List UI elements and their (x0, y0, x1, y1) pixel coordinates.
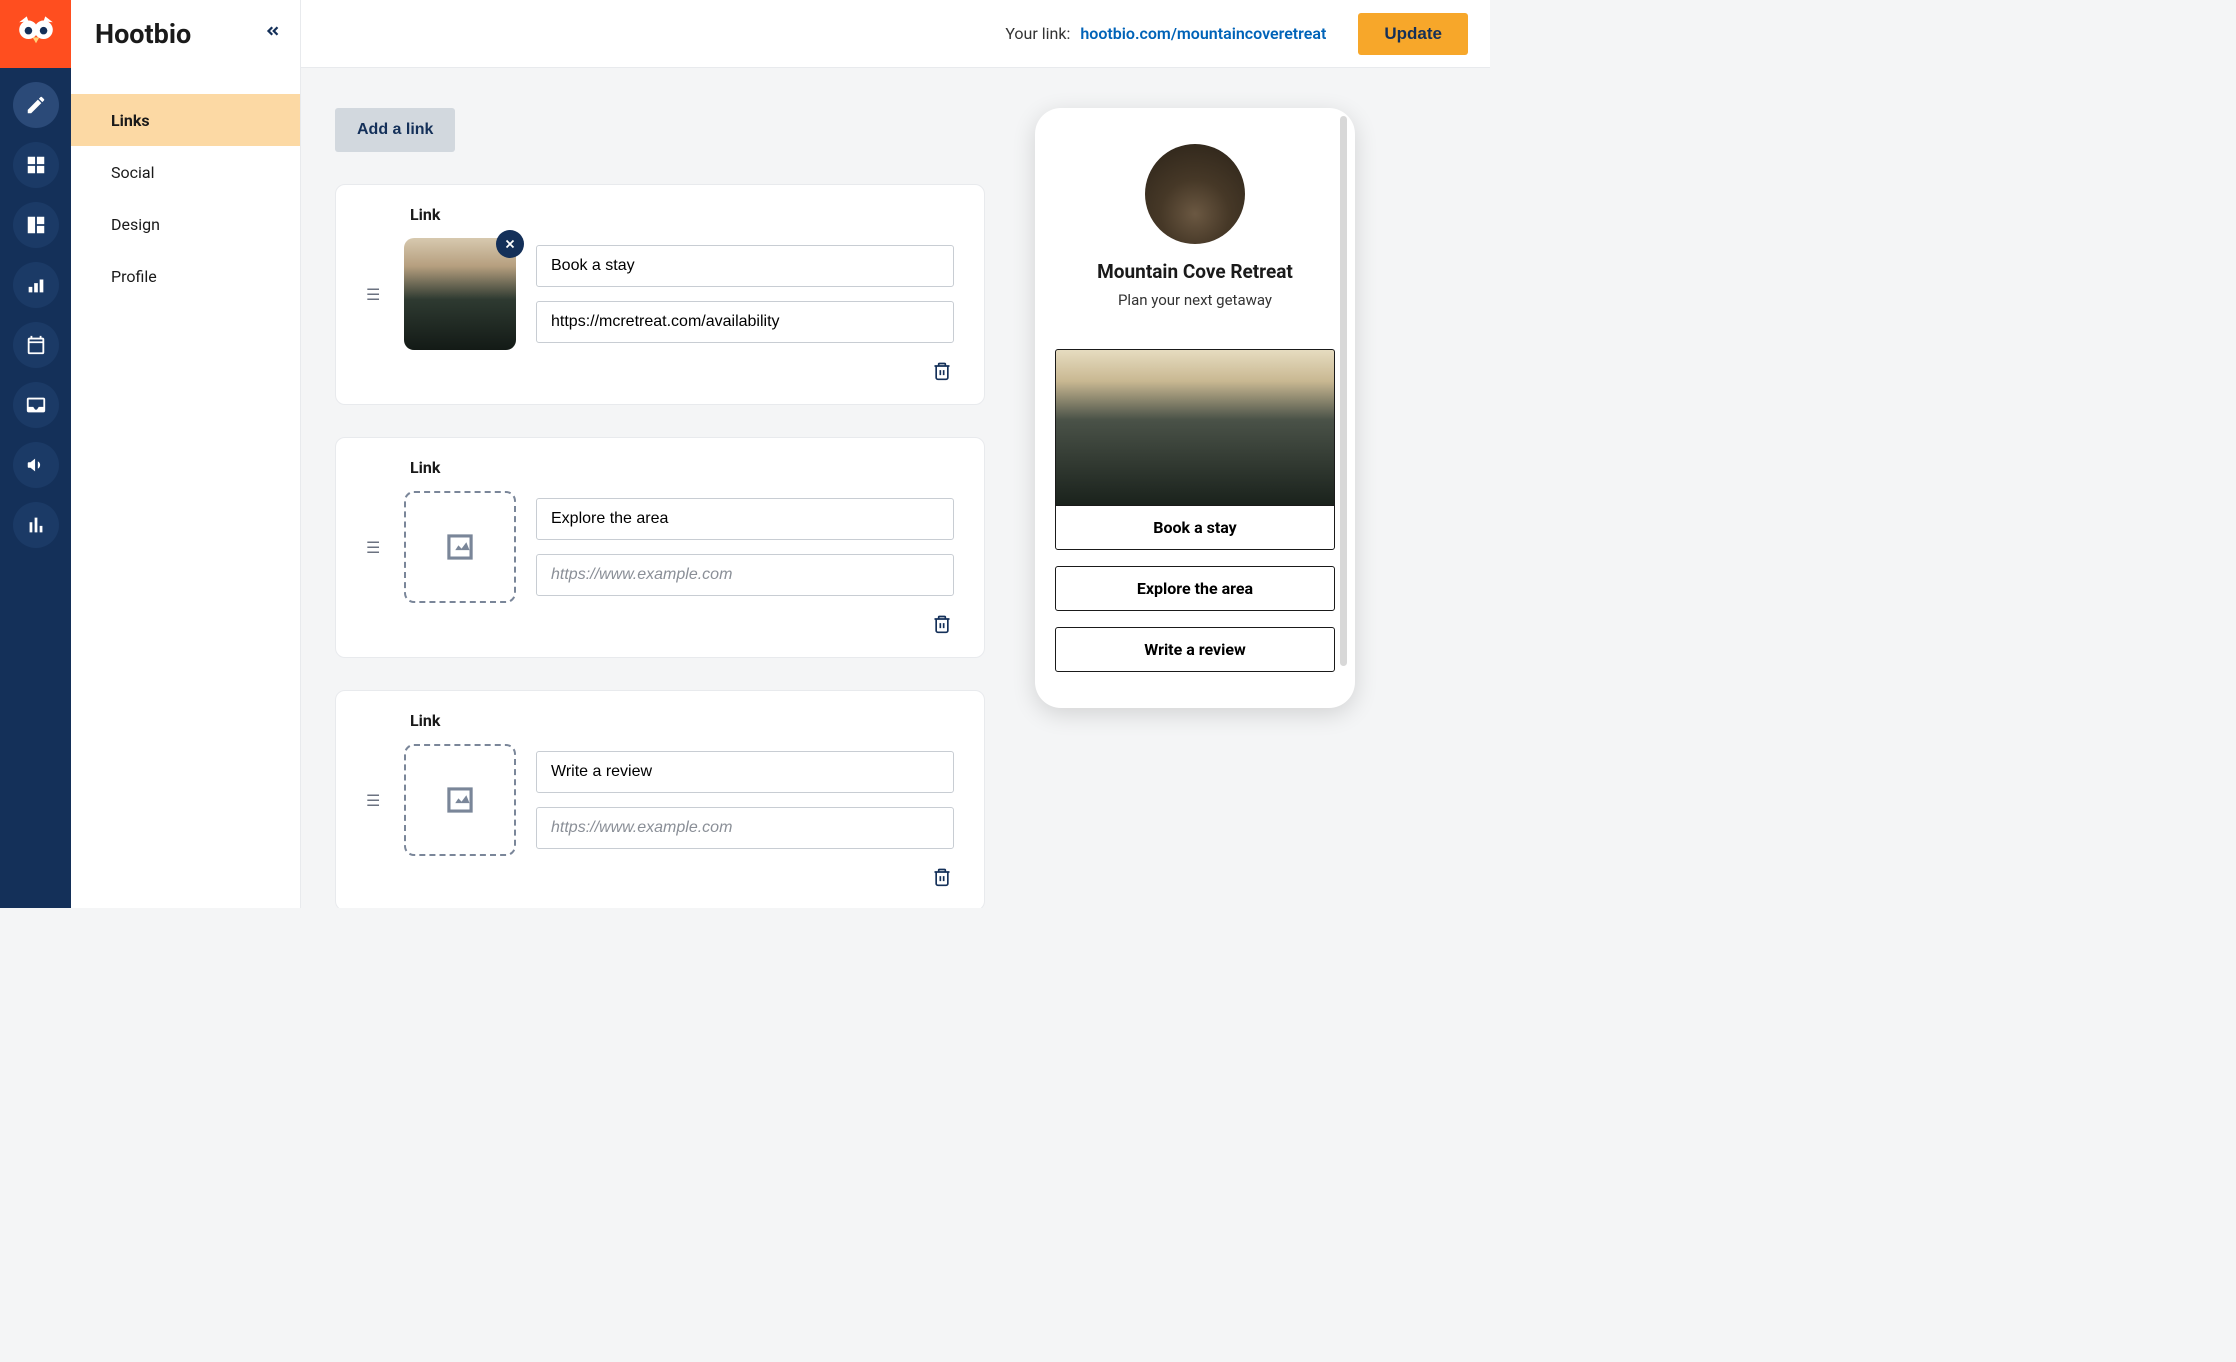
close-icon (503, 237, 517, 251)
image-placeholder-icon (441, 528, 479, 566)
rail-amplify[interactable] (13, 442, 59, 488)
preview-link-button[interactable]: Book a stay (1055, 505, 1335, 550)
sidebar-nav: Links Social Design Profile (71, 68, 300, 302)
preview-avatar (1145, 144, 1245, 244)
link-thumbnail[interactable] (404, 238, 516, 350)
primary-rail (0, 0, 71, 908)
inbox-icon (25, 394, 47, 416)
main-area: Your link: hootbio.com/mountaincoveretre… (301, 0, 1490, 908)
collapse-sidebar-button[interactable] (264, 22, 282, 45)
nav-social[interactable]: Social (71, 146, 300, 198)
nav-links[interactable]: Links (71, 94, 300, 146)
drag-handle-icon[interactable]: ☰ (366, 791, 384, 810)
your-link-url[interactable]: hootbio.com/mountaincoveretreat (1080, 24, 1326, 43)
link-url-input[interactable] (536, 301, 954, 343)
calendar-icon (25, 334, 47, 356)
rail-streams[interactable] (13, 142, 59, 188)
link-title-input[interactable] (536, 751, 954, 793)
trash-icon (932, 613, 952, 635)
nav-design[interactable]: Design (71, 198, 300, 250)
link-card: Link ☰ (335, 690, 985, 908)
add-link-button[interactable]: Add a link (335, 108, 455, 152)
delete-link-button[interactable] (932, 866, 952, 892)
owl-icon (15, 13, 57, 55)
link-title-input[interactable] (536, 245, 954, 287)
remove-thumbnail-button[interactable] (496, 230, 524, 258)
megaphone-icon (25, 454, 47, 476)
chart-icon (25, 514, 47, 536)
trash-icon (932, 866, 952, 888)
trash-icon (932, 360, 952, 382)
your-link-group: Your link: hootbio.com/mountaincoveretre… (1005, 24, 1326, 43)
rail-calendar[interactable] (13, 322, 59, 368)
link-url-input[interactable] (536, 807, 954, 849)
rail-compose[interactable] (13, 82, 59, 128)
link-card: Link ☰ (335, 184, 985, 405)
rail-dashboard[interactable] (13, 202, 59, 248)
nav-profile[interactable]: Profile (71, 250, 300, 302)
image-placeholder-icon (441, 781, 479, 819)
grid-icon (25, 154, 47, 176)
content: Add a link Link ☰ (301, 68, 1490, 908)
your-link-label: Your link: (1005, 24, 1070, 43)
link-heading: Link (410, 205, 954, 224)
rail-inbox[interactable] (13, 382, 59, 428)
rail-insights[interactable] (13, 502, 59, 548)
topbar: Your link: hootbio.com/mountaincoveretre… (301, 0, 1490, 68)
logo-owl (0, 0, 71, 68)
link-title-input[interactable] (536, 498, 954, 540)
app-title: Hootbio (95, 18, 191, 50)
preview-link-button[interactable]: Write a review (1055, 627, 1335, 672)
preview-tagline: Plan your next getaway (1118, 291, 1272, 309)
rail-analytics[interactable] (13, 262, 59, 308)
drag-handle-icon[interactable]: ☰ (366, 285, 384, 304)
update-button[interactable]: Update (1358, 13, 1468, 55)
thumbnail-upload[interactable] (404, 744, 516, 856)
link-heading: Link (410, 458, 954, 477)
sidebar-header: Hootbio (71, 0, 300, 68)
drag-handle-icon[interactable]: ☰ (366, 538, 384, 557)
delete-link-button[interactable] (932, 613, 952, 639)
link-heading: Link (410, 711, 954, 730)
link-url-input[interactable] (536, 554, 954, 596)
pencil-square-icon (25, 94, 47, 116)
sidebar: Hootbio Links Social Design Profile (71, 0, 301, 908)
preview-wrap: Mountain Cove Retreat Plan your next get… (1035, 108, 1375, 908)
bars-icon (25, 274, 47, 296)
thumbnail-upload[interactable] (404, 491, 516, 603)
preview-link-button[interactable]: Explore the area (1055, 566, 1335, 611)
layout-icon (25, 214, 47, 236)
link-editor: Add a link Link ☰ (335, 108, 985, 908)
preview-hero-image (1055, 349, 1335, 505)
preview-scrollbar[interactable] (1340, 116, 1347, 666)
delete-link-button[interactable] (932, 360, 952, 386)
preview-name: Mountain Cove Retreat (1097, 260, 1293, 283)
chevron-double-left-icon (264, 22, 282, 40)
link-card: Link ☰ (335, 437, 985, 658)
preview-device: Mountain Cove Retreat Plan your next get… (1035, 108, 1355, 708)
